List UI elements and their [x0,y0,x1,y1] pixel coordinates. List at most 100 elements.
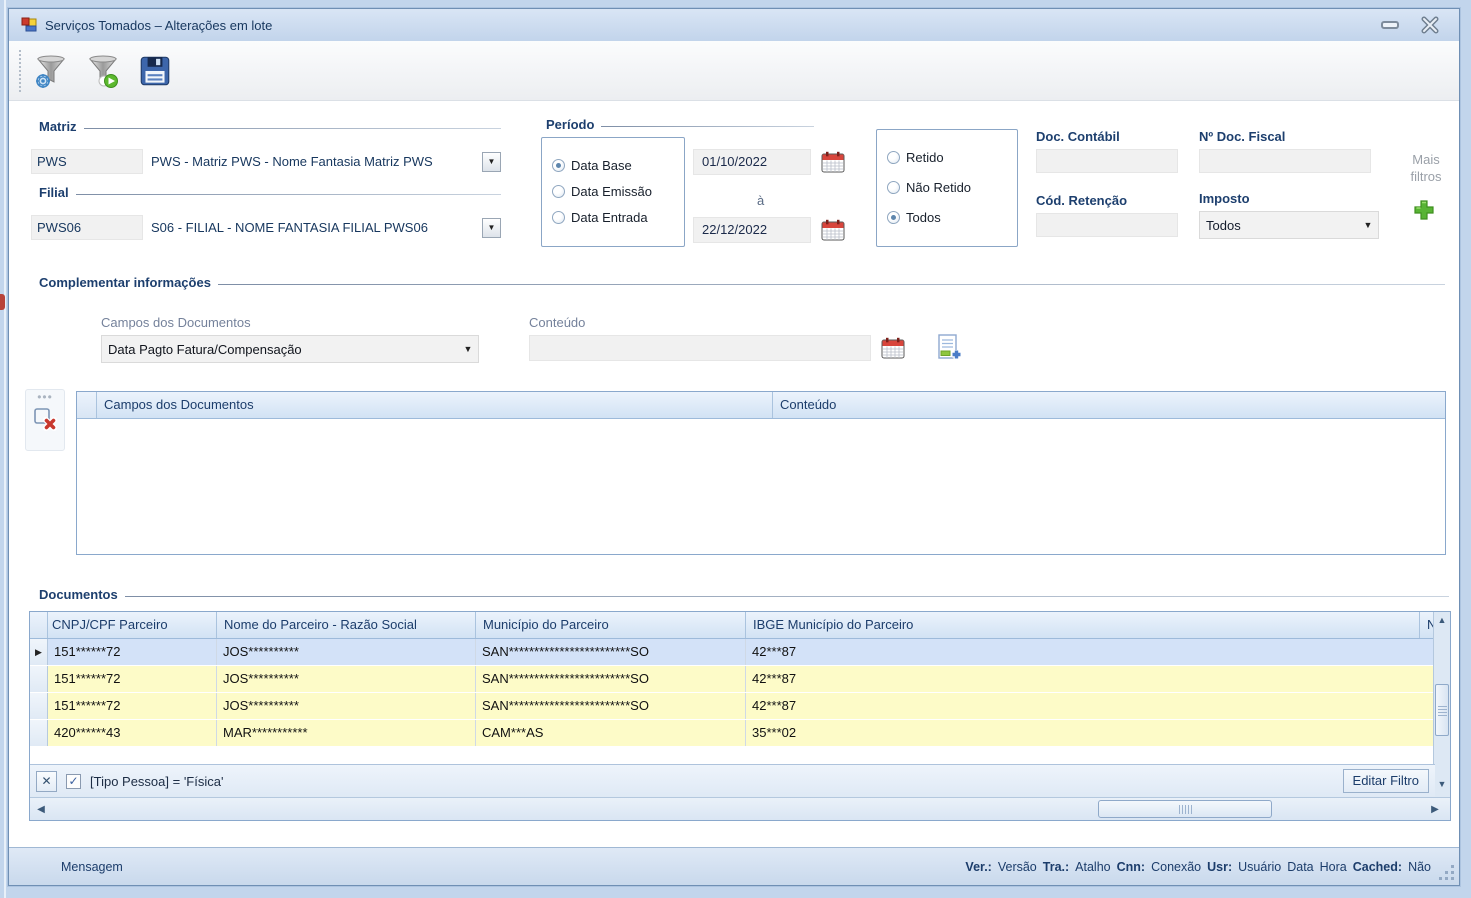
save-button[interactable] [133,48,177,94]
calendar-icon [821,151,845,173]
cell-nome[interactable]: JOS********** [217,666,476,692]
column-header-nome[interactable]: Nome do Parceiro - Razão Social [217,612,476,638]
radio-data-base[interactable]: Data Base [542,152,684,178]
num-doc-fiscal-field[interactable] [1199,149,1371,173]
minimize-button[interactable] [1375,9,1405,41]
cell-cnpj[interactable]: 151******72 [48,666,217,692]
radio-nao-retido[interactable]: Não Retido [877,172,1017,202]
status-info: Ver.: Versão Tra.: Atalho Cnn: Conexão U… [965,860,1431,874]
current-row-indicator: ▶ [30,639,48,665]
cell-nome[interactable]: JOS********** [217,639,476,665]
cell-ibge[interactable]: 42***87 [746,639,1435,665]
filial-code-field[interactable]: PWS06 [31,215,143,240]
background-icon-fragment [0,294,5,310]
periodo-label: Período [546,117,594,132]
vertical-scrollbar[interactable]: ▲ ▼ [1433,612,1450,798]
section-documentos: Documentos [39,587,1449,602]
filial-combobox[interactable]: S06 - FILIAL - NOME FANTASIA FILIAL PWS0… [147,215,501,240]
documents-grid-header: CNPJ/CPF Parceiro Nome do Parceiro - Raz… [30,612,1435,639]
calendar-icon [821,219,845,241]
vertical-scrollbar-thumb[interactable] [1435,684,1449,736]
matriz-code-field[interactable]: PWS [31,149,143,174]
radio-data-emissao[interactable]: Data Emissão [542,178,684,204]
radio-label: Todos [906,210,941,225]
cell-municipio[interactable]: SAN************************SO [476,666,746,692]
cell-municipio[interactable]: SAN************************SO [476,639,746,665]
campos-documentos-combobox[interactable]: Data Pagto Fatura/Compensação ▼ [101,335,479,363]
scroll-up-arrow[interactable]: ▲ [1434,612,1450,628]
cod-retencao-field[interactable] [1036,213,1178,237]
horizontal-scrollbar[interactable]: ◀ ▶ [30,797,1450,821]
imposto-combobox[interactable]: Todos ▼ [1199,211,1379,239]
chevron-down-icon[interactable]: ▼ [482,152,501,172]
scroll-left-arrow[interactable]: ◀ [30,802,52,818]
date-to-field[interactable]: 22/12/2022 [693,217,811,243]
horizontal-scrollbar-thumb[interactable] [1098,800,1272,818]
background-window-edge [4,0,6,898]
toolbar-drag-handle[interactable] [19,50,21,92]
radio-icon [552,211,565,224]
cell-ibge[interactable]: 35***02 [746,720,1435,746]
radio-icon [887,181,900,194]
grid-filter-bar: ✕ [Tipo Pessoa] = 'Física' Editar Filtro [30,764,1435,797]
table-row[interactable]: ▶ 151******72 JOS********** SAN*********… [30,639,1435,666]
cell-municipio[interactable]: CAM***AS [476,720,746,746]
cell-ibge[interactable]: 42***87 [746,666,1435,692]
scroll-right-arrow[interactable]: ▶ [1424,802,1446,818]
filter-config-button[interactable] [29,48,73,94]
date-from-calendar-button[interactable] [821,151,845,176]
resize-grip[interactable] [1451,877,1454,880]
cell-cnpj[interactable]: 420******43 [48,720,217,746]
row-indicator-header [77,392,97,418]
close-icon [1420,15,1440,35]
column-header-municipio[interactable]: Município do Parceiro [476,612,746,638]
radio-icon [887,151,900,164]
doc-contabil-field[interactable] [1036,149,1178,173]
cell-cnpj[interactable]: 151******72 [48,639,217,665]
radio-retido[interactable]: Retido [877,142,1017,172]
date-to-calendar-button[interactable] [821,219,845,244]
radio-todos[interactable]: Todos [877,202,1017,232]
documents-grid-rows: ▶ 151******72 JOS********** SAN*********… [30,639,1435,747]
conteudo-calendar-button[interactable] [881,337,905,362]
matriz-combobox[interactable]: PWS - Matriz PWS - Nome Fantasia Matriz … [147,149,501,174]
section-line [125,596,1449,597]
delete-row-icon [32,406,58,432]
status-cnn-label: Cnn: [1117,860,1145,874]
column-header-campos[interactable]: Campos dos Documentos [97,392,773,418]
cell-nome[interactable]: JOS********** [217,693,476,719]
ellipsis-handle[interactable]: ••• [37,392,53,402]
chevron-down-icon[interactable]: ▼ [458,344,478,354]
mais-filtros-label: Mais filtros [1397,151,1455,185]
complement-grid-body[interactable] [77,419,1445,555]
section-line [84,128,501,129]
chevron-down-icon[interactable]: ▼ [482,218,501,238]
conteudo-field[interactable] [529,335,871,361]
column-header-cnpj[interactable]: CNPJ/CPF Parceiro [48,612,217,638]
add-complement-button[interactable] [935,333,963,366]
filter-enabled-checkbox[interactable] [66,774,81,789]
status-ver-value: Versão [998,860,1037,874]
column-header-conteudo[interactable]: Conteúdo [773,392,1445,418]
remove-filter-button[interactable]: ✕ [36,771,57,792]
scroll-down-arrow[interactable]: ▼ [1434,776,1450,792]
date-from-field[interactable]: 01/10/2022 [693,149,811,175]
edit-filter-button[interactable]: Editar Filtro [1343,769,1429,793]
status-tra-label: Tra.: [1043,860,1069,874]
table-row[interactable]: 420******43 MAR*********** CAM***AS 35**… [30,720,1435,747]
filter-apply-button[interactable] [81,48,125,94]
cell-cnpj[interactable]: 151******72 [48,693,217,719]
status-usr-value: Usuário [1238,860,1281,874]
cell-ibge[interactable]: 42***87 [746,693,1435,719]
close-button[interactable] [1415,9,1445,41]
radio-data-entrada[interactable]: Data Entrada [542,204,684,230]
chevron-down-icon[interactable]: ▼ [1358,220,1378,230]
remove-complement-button[interactable] [32,406,58,435]
status-cached-value: Não [1408,860,1431,874]
cell-municipio[interactable]: SAN************************SO [476,693,746,719]
table-row[interactable]: 151******72 JOS********** SAN***********… [30,666,1435,693]
cell-nome[interactable]: MAR*********** [217,720,476,746]
table-row[interactable]: 151******72 JOS********** SAN***********… [30,693,1435,720]
column-header-ibge[interactable]: IBGE Município do Parceiro [746,612,1420,638]
mais-filtros-add-button[interactable] [1413,199,1435,224]
